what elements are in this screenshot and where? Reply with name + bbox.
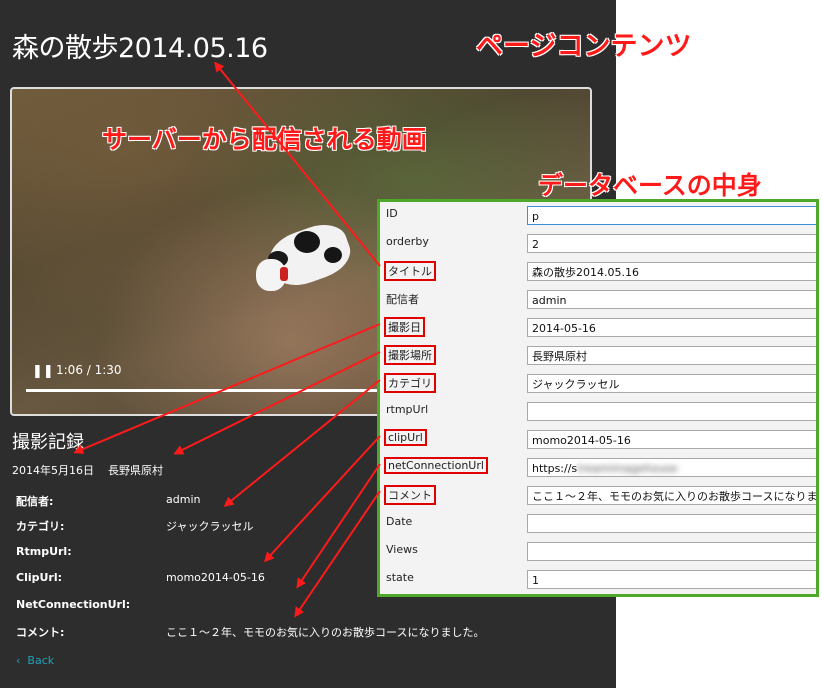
- db-field-label: カテゴリ: [384, 373, 436, 393]
- db-field-input[interactable]: 1: [527, 570, 816, 589]
- back-link[interactable]: ‹ Back: [16, 654, 54, 667]
- db-field-input[interactable]: p: [527, 206, 816, 225]
- db-field-label: コメント: [384, 485, 436, 505]
- db-field-label: 撮影日: [384, 317, 425, 337]
- db-row-orderby: orderby 2: [380, 230, 816, 258]
- db-row-id: ID p: [380, 202, 816, 230]
- record-date: 2014年5月16日: [12, 464, 94, 477]
- db-field-label: Views: [386, 543, 418, 556]
- db-field-input[interactable]: momo2014-05-16: [527, 430, 816, 449]
- db-row-views: Views: [380, 538, 816, 566]
- db-field-input[interactable]: admin: [527, 290, 816, 309]
- pause-icon[interactable]: ❚❚: [32, 364, 54, 379]
- page-title: 森の散歩2014.05.16: [12, 33, 268, 64]
- db-row-title: タイトル 森の散歩2014.05.16: [380, 258, 816, 286]
- callout-database-contents: データベースの中身: [538, 171, 762, 200]
- db-row-shoot-place: 撮影場所 長野県原村: [380, 342, 816, 370]
- info-label: RtmpUrl:: [16, 545, 72, 558]
- info-value: ここ１～２年、モモのお気に入りのお散歩コースになりました。: [166, 626, 485, 639]
- dog-spot: [324, 247, 342, 263]
- callout-streamed-video: サーバーから配信される動画: [102, 125, 427, 154]
- db-row-netconnectionurl: netConnectionUrl https://streamimagehous…: [380, 454, 816, 482]
- video-timecode: 1:06 / 1:30: [56, 363, 122, 377]
- db-field-input[interactable]: ここ１～２年、モモのお気に入りのお散歩コースになりました。: [527, 486, 816, 505]
- db-field-label: Date: [386, 515, 413, 528]
- info-label: カテゴリ:: [16, 520, 65, 533]
- db-row-shoot-date: 撮影日 2014-05-16: [380, 314, 816, 342]
- back-link-label: Back: [27, 654, 55, 667]
- record-date-place: 2014年5月16日 長野県原村: [12, 462, 163, 478]
- record-heading: 撮影記録: [12, 432, 84, 453]
- callout-page-contents: ページコンテンツ: [476, 31, 692, 62]
- db-field-input[interactable]: 長野県原村: [527, 346, 816, 365]
- db-field-label: netConnectionUrl: [384, 457, 488, 474]
- db-field-label: タイトル: [384, 261, 436, 281]
- info-label: 配信者:: [16, 495, 54, 508]
- dog-spot: [294, 231, 320, 253]
- info-label: NetConnectionUrl:: [16, 598, 131, 611]
- db-field-input[interactable]: [527, 402, 816, 421]
- dog-collar: [280, 267, 288, 281]
- db-row-category: カテゴリ ジャックラッセル: [380, 370, 816, 398]
- url-blurred-part: treamimagehouse: [577, 462, 678, 475]
- info-label: コメント:: [16, 626, 65, 639]
- db-row-date: Date: [380, 510, 816, 538]
- database-panel: ID p orderby 2 タイトル 森の散歩2014.05.16 配信者 a…: [377, 199, 819, 597]
- db-field-input[interactable]: ジャックラッセル: [527, 374, 816, 393]
- info-value: admin: [166, 493, 201, 506]
- db-field-label: 配信者: [386, 293, 419, 306]
- db-field-input[interactable]: 森の散歩2014.05.16: [527, 262, 816, 281]
- db-field-input[interactable]: https://streamimagehouse: [527, 458, 816, 477]
- db-field-label: clipUrl: [384, 429, 427, 446]
- db-row-clipurl: clipUrl momo2014-05-16: [380, 426, 816, 454]
- db-field-input[interactable]: 2: [527, 234, 816, 253]
- db-field-label: rtmpUrl: [386, 403, 429, 416]
- db-field-input[interactable]: 2014-05-16: [527, 318, 816, 337]
- db-field-label: 撮影場所: [384, 345, 436, 365]
- db-field-label: ID: [386, 207, 398, 220]
- db-row-distributor: 配信者 admin: [380, 286, 816, 314]
- db-row-rtmpurl: rtmpUrl: [380, 398, 816, 426]
- db-field-label: state: [386, 571, 414, 584]
- db-field-label: orderby: [386, 235, 429, 248]
- db-row-comment: コメント ここ１～２年、モモのお気に入りのお散歩コースになりました。: [380, 482, 816, 510]
- db-field-input[interactable]: [527, 542, 816, 561]
- db-row-state: state 1: [380, 566, 816, 594]
- record-place: 長野県原村: [108, 464, 163, 477]
- url-visible-part: https://s: [532, 462, 578, 475]
- info-value: momo2014-05-16: [166, 571, 265, 584]
- video-progress-fill: [26, 389, 430, 392]
- db-field-input[interactable]: [527, 514, 816, 533]
- info-value: ジャックラッセル: [166, 520, 254, 533]
- chevron-left-icon: ‹: [16, 654, 21, 667]
- info-label: ClipUrl:: [16, 571, 63, 584]
